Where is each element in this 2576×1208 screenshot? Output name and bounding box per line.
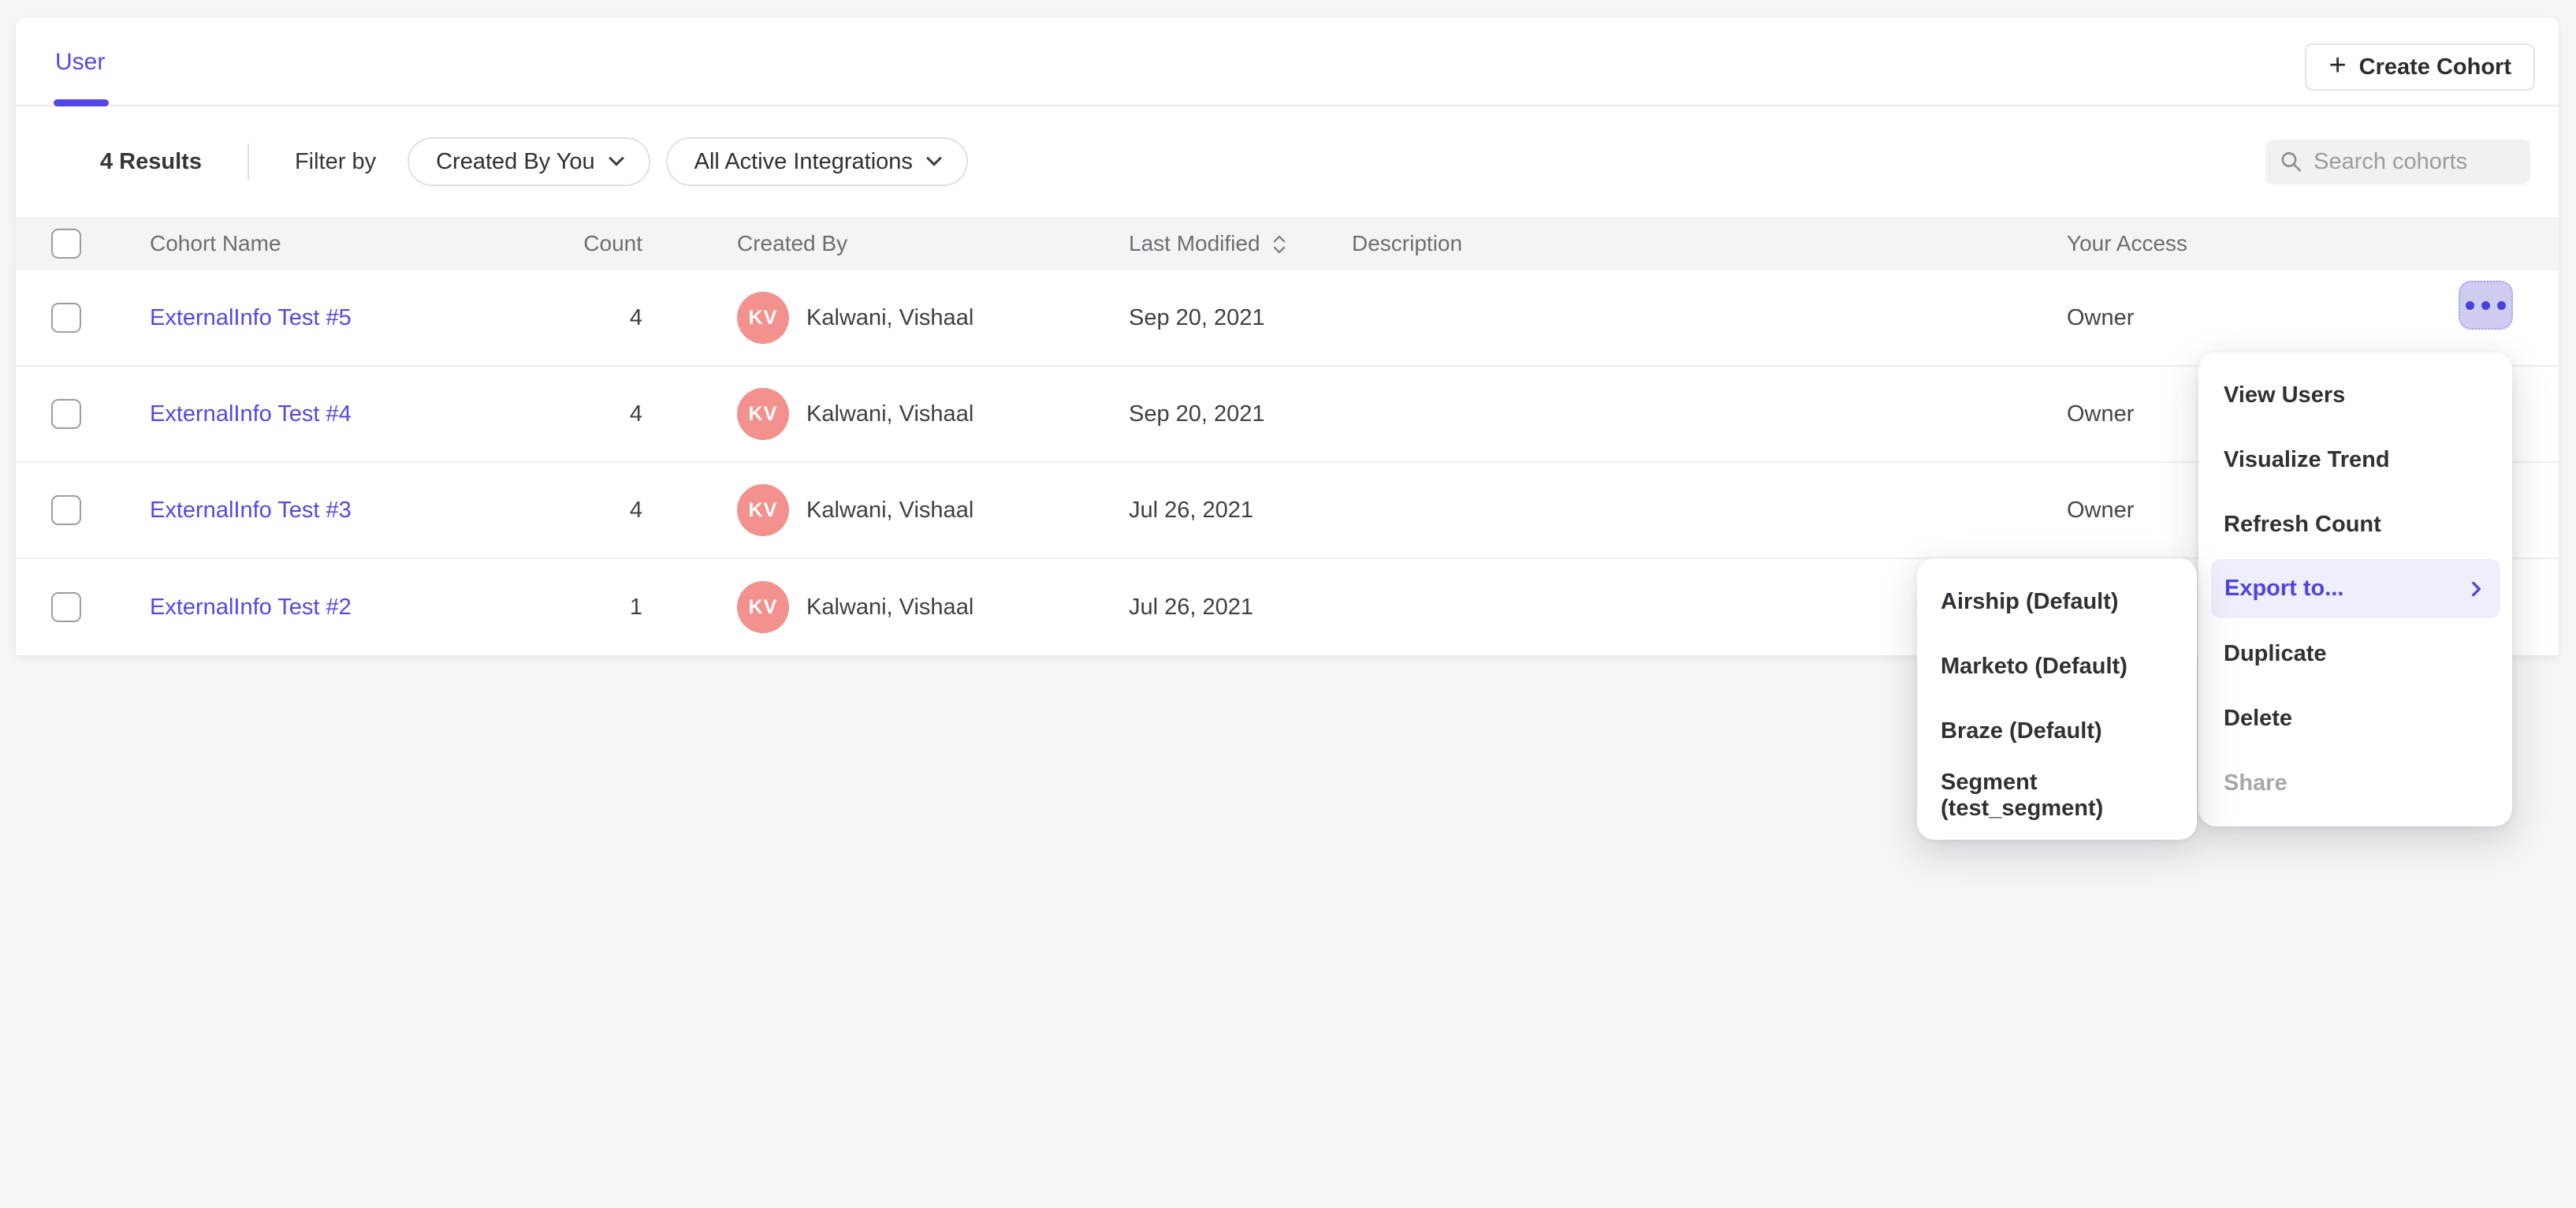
menu-item-refresh-count[interactable]: Refresh Count xyxy=(2198,492,2512,557)
table-row: ExternalInfo Test #5 4 KV Kalwani, Visha… xyxy=(16,270,2559,367)
row-checkbox[interactable] xyxy=(51,592,81,622)
plus-icon: + xyxy=(2328,50,2346,80)
last-modified-date: Sep 20, 2021 xyxy=(1129,401,1265,427)
last-modified-date: Sep 20, 2021 xyxy=(1129,305,1265,331)
submenu-item-marketo[interactable]: Marketo (Default) xyxy=(1917,634,2197,699)
tab-user[interactable]: User xyxy=(55,18,105,106)
menu-item-delete[interactable]: Delete xyxy=(2198,686,2512,751)
menu-item-duplicate[interactable]: Duplicate xyxy=(2198,621,2512,686)
last-modified-date: Jul 26, 2021 xyxy=(1129,498,1253,524)
tab-bar: User + Create Cohort xyxy=(16,18,2559,106)
chevron-down-icon xyxy=(609,151,624,166)
create-cohort-label: Create Cohort xyxy=(2359,54,2511,80)
ellipsis-icon xyxy=(2466,301,2474,310)
avatar: KV xyxy=(737,484,789,536)
submenu-item-braze[interactable]: Braze (Default) xyxy=(1917,699,2197,763)
column-header-created-by: Created By xyxy=(737,217,847,270)
create-cohort-button[interactable]: + Create Cohort xyxy=(2305,43,2535,91)
integrations-dropdown[interactable]: All Active Integrations xyxy=(666,137,968,186)
cohort-name-link[interactable]: ExternalInfo Test #4 xyxy=(150,401,352,427)
cohort-name-link[interactable]: ExternalInfo Test #2 xyxy=(150,595,352,621)
table-row: ExternalInfo Test #4 4 KV Kalwani, Visha… xyxy=(16,367,2559,463)
table-header: Cohort Name Count Created By Last Modifi… xyxy=(16,217,2559,270)
column-header-description: Description xyxy=(1352,217,1462,270)
created-by-dropdown[interactable]: Created By You xyxy=(408,137,650,186)
creator-name: Kalwani, Vishaal xyxy=(806,498,973,524)
column-header-count: Count xyxy=(504,217,642,270)
last-modified-label: Last Modified xyxy=(1129,231,1260,256)
sort-arrows-icon[interactable] xyxy=(1271,233,1287,256)
column-header-cohort-name: Cohort Name xyxy=(150,217,281,270)
row-actions-button[interactable] xyxy=(2459,281,2513,330)
cohort-count: 4 xyxy=(630,305,642,331)
creator-name: Kalwani, Vishaal xyxy=(806,401,973,427)
table-row: ExternalInfo Test #3 4 KV Kalwani, Visha… xyxy=(16,463,2559,559)
tab-user-label: User xyxy=(55,49,105,76)
submenu-item-segment[interactable]: Segment (test_segment) xyxy=(1917,763,2197,828)
creator-name: Kalwani, Vishaal xyxy=(806,305,973,331)
chevron-right-icon xyxy=(2466,579,2486,599)
created-by-dropdown-value: Created By You xyxy=(436,149,595,175)
menu-item-share: Share xyxy=(2198,751,2512,815)
cohort-name-link[interactable]: ExternalInfo Test #3 xyxy=(150,498,352,524)
row-actions-menu: View Users Visualize Trend Refresh Count… xyxy=(2198,352,2512,826)
filter-bar: 4 Results Filter by Created By You All A… xyxy=(16,106,2559,217)
row-checkbox[interactable] xyxy=(51,303,81,333)
cohort-name-link[interactable]: ExternalInfo Test #5 xyxy=(150,305,352,331)
results-count: 4 Results xyxy=(100,149,202,175)
filter-by-label: Filter by xyxy=(295,149,376,175)
search-box xyxy=(2265,140,2530,185)
access-value: Owner xyxy=(2067,498,2134,524)
export-to-label: Export to... xyxy=(2224,576,2343,602)
creator-name: Kalwani, Vishaal xyxy=(806,595,973,621)
cohort-count: 4 xyxy=(630,401,642,427)
active-tab-underline xyxy=(54,99,109,106)
avatar: KV xyxy=(737,581,789,633)
select-all-checkbox-cell xyxy=(51,217,81,270)
row-checkbox[interactable] xyxy=(51,495,81,525)
submenu-item-airship[interactable]: Airship (Default) xyxy=(1917,569,2197,634)
cohort-count: 1 xyxy=(630,595,642,621)
chevron-down-icon xyxy=(926,151,942,166)
last-modified-date: Jul 26, 2021 xyxy=(1129,595,1253,621)
avatar: KV xyxy=(737,388,789,440)
menu-item-view-users[interactable]: View Users xyxy=(2198,363,2512,427)
cohort-count: 4 xyxy=(630,498,642,524)
avatar: KV xyxy=(737,292,789,344)
search-input[interactable] xyxy=(2314,149,2516,175)
menu-item-export-to[interactable]: Export to... xyxy=(2211,559,2500,618)
access-value: Owner xyxy=(2067,305,2134,331)
column-header-your-access: Your Access xyxy=(2067,217,2187,270)
column-header-last-modified[interactable]: Last Modified xyxy=(1129,217,1287,270)
select-all-checkbox[interactable] xyxy=(51,229,81,259)
access-value: Owner xyxy=(2067,401,2134,427)
divider xyxy=(248,144,249,180)
menu-item-visualize-trend[interactable]: Visualize Trend xyxy=(2198,427,2512,492)
magnifier-icon xyxy=(2280,148,2302,175)
export-submenu: Airship (Default) Marketo (Default) Braz… xyxy=(1917,558,2197,840)
integrations-dropdown-value: All Active Integrations xyxy=(694,149,913,175)
row-checkbox[interactable] xyxy=(51,399,81,429)
